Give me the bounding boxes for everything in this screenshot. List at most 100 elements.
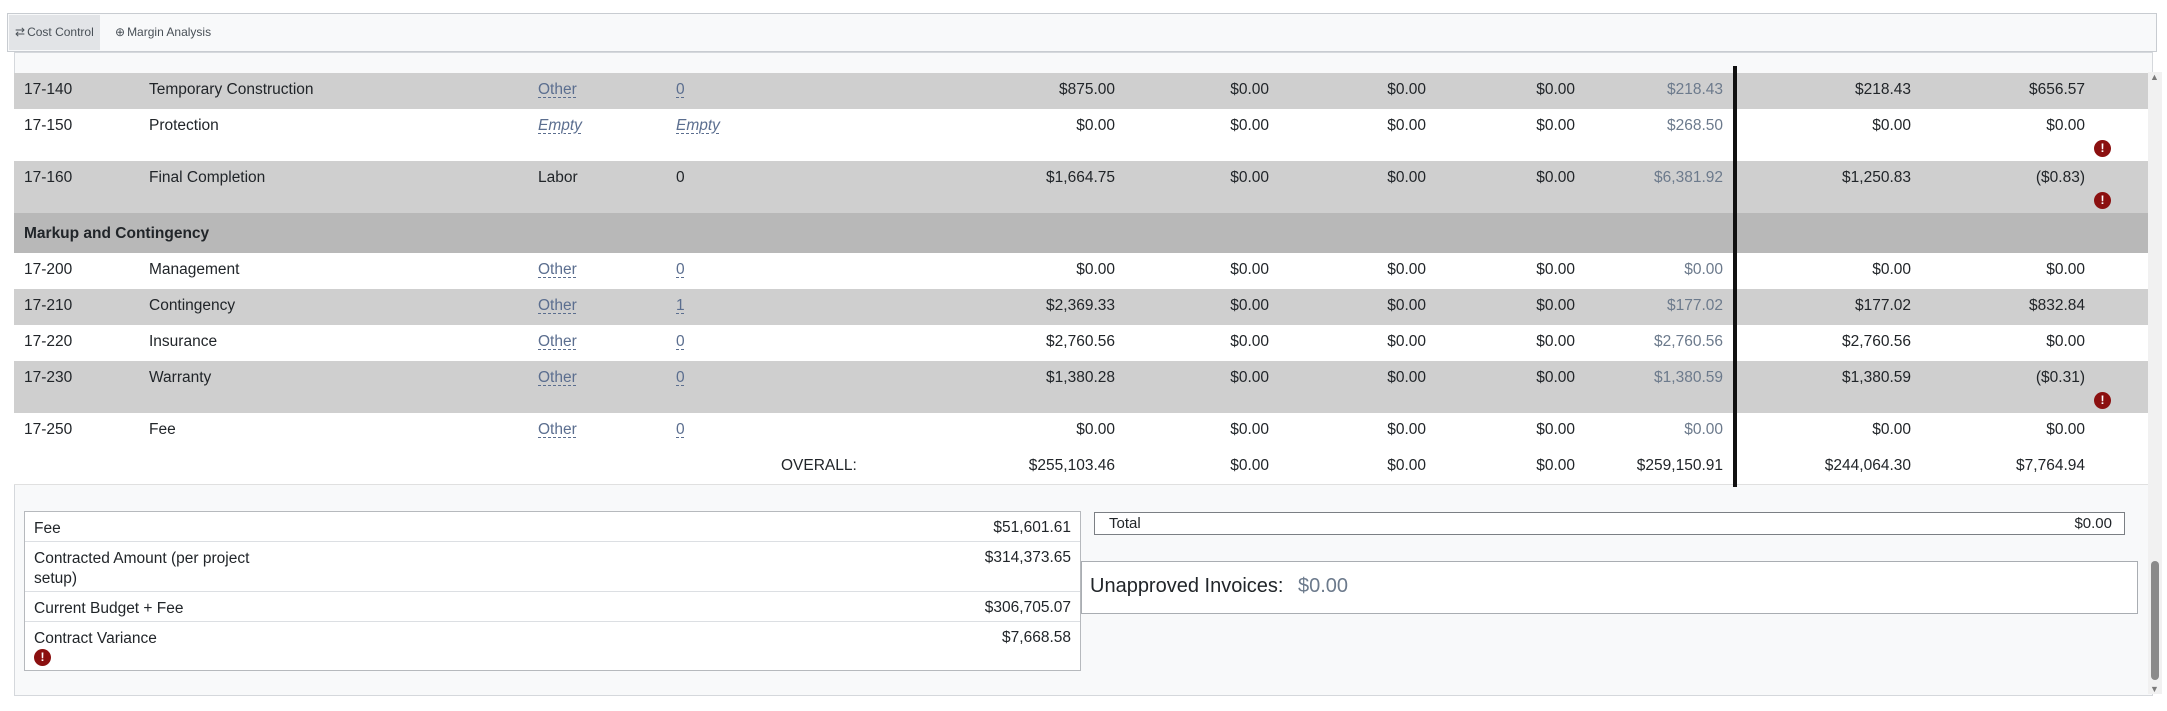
cost-type-link[interactable]: Other: [538, 333, 577, 351]
tab-cost-control[interactable]: ⇄ Cost Control: [9, 15, 100, 50]
amount-cell-7: $656.57: [2028, 81, 2085, 98]
quantity-link: 0: [676, 169, 685, 186]
quantity-link[interactable]: Empty: [676, 117, 720, 135]
circle-plus-icon: ⊕: [115, 25, 126, 39]
cost-code: 17-220: [24, 333, 73, 350]
amount-cell-2: $0.00: [1230, 81, 1269, 98]
amount-cell-4: $0.00: [1536, 333, 1575, 350]
amount-cell-2: $0.00: [1230, 261, 1269, 278]
overall-amount-2: $0.00: [1230, 457, 1269, 474]
amount-cell-7: $832.84: [2028, 297, 2085, 314]
amount-cell-3: $0.00: [1387, 297, 1426, 314]
cost-type-link[interactable]: Other: [538, 81, 577, 99]
table-row: 17-250 Fee Other 0 $0.00 $0.00 $0.00 $0.00 $0.00…: [14, 413, 2148, 449]
amount-cell-5: $218.43: [1666, 81, 1723, 98]
overall-amount-4: $0.00: [1536, 457, 1575, 474]
unapproved-invoices-box: Unapproved Invoices: $0.00: [1081, 561, 2138, 614]
cost-code: 17-200: [24, 261, 73, 278]
quantity-link[interactable]: 0: [676, 369, 685, 387]
summary-row: Fee $51,601.61: [25, 512, 1080, 542]
cost-description: Contingency: [149, 297, 236, 314]
amount-cell-1: $1,664.75: [1046, 169, 1115, 186]
amount-cell-5: $268.50: [1666, 117, 1723, 134]
cost-code: 17-230: [24, 369, 73, 386]
summary-value: $306,705.07: [984, 599, 1071, 616]
amount-cell-4: $0.00: [1536, 169, 1575, 186]
quantity-link[interactable]: 0: [676, 81, 685, 99]
quantity-link[interactable]: 0: [676, 261, 685, 279]
cost-description: Management: [149, 261, 240, 278]
summary-label: Contract Variance: [34, 630, 157, 647]
summary-value: $314,373.65: [984, 549, 1071, 566]
amount-cell-4: $0.00: [1536, 117, 1575, 134]
section-title: Markup and Contingency: [24, 225, 210, 242]
cost-type-link[interactable]: Other: [538, 261, 577, 279]
amount-cell-1: $0.00: [1076, 117, 1115, 134]
amount-cell-5: $0.00: [1684, 261, 1723, 278]
vertical-scrollbar[interactable]: ▲ ▼: [2148, 72, 2162, 694]
cost-description: Fee: [149, 421, 176, 438]
cost-type-link[interactable]: Other: [538, 297, 577, 315]
amount-cell-7: $0.00: [2046, 117, 2085, 134]
total-box: Total $0.00: [1094, 512, 2125, 535]
amount-cell-4: $0.00: [1536, 261, 1575, 278]
quantity-link[interactable]: 0: [676, 421, 685, 439]
summary-value: $7,668.58: [1002, 629, 1071, 646]
cost-code: 17-160: [24, 169, 73, 186]
scroll-down-icon[interactable]: ▼: [2150, 684, 2159, 694]
amount-cell-3: $0.00: [1387, 421, 1426, 438]
quantity-link[interactable]: 1: [676, 297, 685, 315]
total-label: Total: [1109, 515, 1141, 532]
summary-box: Fee $51,601.61 Contracted Amount (per proj…: [24, 511, 1081, 671]
cost-type-link[interactable]: Empty: [538, 117, 582, 135]
section-row: Markup and Contingency: [14, 213, 2148, 253]
warning-icon[interactable]: !: [2094, 392, 2111, 409]
overall-amount-6: $244,064.30: [1824, 457, 1911, 474]
overall-amount-5: $259,150.91: [1636, 457, 1723, 474]
amount-cell-5: $1,380.59: [1654, 369, 1723, 386]
amount-cell-1: $875.00: [1058, 81, 1115, 98]
overall-row: OVERALL: $255,103.46 $0.00 $0.00 $0.00 $259,1…: [14, 449, 2148, 485]
summary-label: Current Budget + Fee: [34, 600, 184, 617]
summary-row: Contracted Amount (per project setup) $31…: [25, 542, 1080, 592]
overall-amount-7: $7,764.94: [2016, 457, 2085, 474]
amount-cell-3: $0.00: [1387, 261, 1426, 278]
table-row: 17-140 Temporary Construction Other 0 $875.0…: [14, 73, 2148, 109]
summary-label: Contracted Amount (per project setup): [34, 550, 250, 587]
table-row: 17-200 Management Other 0 $0.00 $0.00 $0.00 $0.…: [14, 253, 2148, 289]
amount-cell-6: $1,380.59: [1842, 369, 1911, 386]
table-row: 17-210 Contingency Other 1 $2,369.33 $0.00 $0.…: [14, 289, 2148, 325]
cost-code: 17-250: [24, 421, 73, 438]
warning-icon[interactable]: !: [2094, 140, 2111, 157]
amount-cell-6: $0.00: [1872, 421, 1911, 438]
amount-cell-3: $0.00: [1387, 333, 1426, 350]
unapproved-invoices-value: $0.00: [1298, 575, 1349, 597]
scrollbar-thumb[interactable]: [2151, 561, 2159, 680]
column-divider: [1733, 66, 1737, 487]
warning-icon[interactable]: !: [2094, 192, 2111, 209]
amount-cell-2: $0.00: [1230, 169, 1269, 186]
amount-cell-6: $1,250.83: [1842, 169, 1911, 186]
quantity-link[interactable]: 0: [676, 333, 685, 351]
amount-cell-5: $2,760.56: [1654, 333, 1723, 350]
amount-cell-6: $0.00: [1872, 261, 1911, 278]
amount-cell-7: $0.00: [2046, 421, 2085, 438]
total-value: $0.00: [2074, 515, 2112, 532]
cost-type-link: Labor: [538, 169, 578, 186]
amount-cell-1: $2,760.56: [1046, 333, 1115, 350]
amount-cell-7: $0.00: [2046, 333, 2085, 350]
cost-type-link[interactable]: Other: [538, 369, 577, 387]
cost-description: Warranty: [149, 369, 212, 386]
amount-cell-6: $218.43: [1854, 81, 1911, 98]
tab-margin-analysis[interactable]: ⊕ Margin Analysis: [109, 15, 217, 50]
scroll-up-icon[interactable]: ▲: [2150, 72, 2159, 82]
amount-cell-3: $0.00: [1387, 369, 1426, 386]
amount-cell-6: $2,760.56: [1842, 333, 1911, 350]
overall-amount-1: $255,103.46: [1028, 457, 1115, 474]
summary-value: $51,601.61: [993, 519, 1071, 536]
summary-label: Fee: [34, 520, 61, 537]
amount-cell-7: ($0.83): [2035, 169, 2085, 186]
warning-icon[interactable]: !: [34, 649, 51, 666]
cost-type-link[interactable]: Other: [538, 421, 577, 439]
tab-label: Margin Analysis: [127, 25, 212, 39]
